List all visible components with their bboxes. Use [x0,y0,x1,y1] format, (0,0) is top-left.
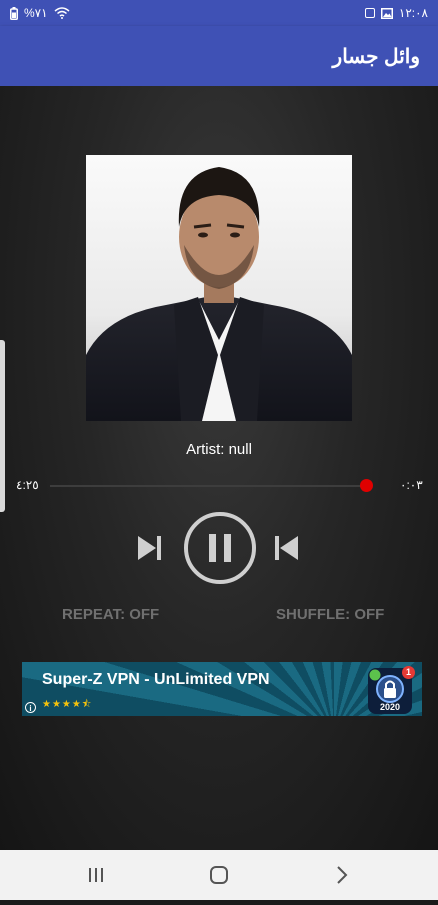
seek-bar[interactable] [50,485,370,487]
gallery-icon [380,7,393,19]
pause-icon [184,512,256,584]
home-button[interactable] [189,850,249,900]
ad-rating: ★★★★⯪ [42,699,93,710]
ad-app-icon: 1 2020 [368,666,415,714]
ad-notification-badge: 1 [402,666,415,679]
status-time: ١٢:٠٨ [398,6,428,20]
ad-info-icon[interactable]: i [25,702,36,713]
battery-icon [10,6,18,20]
ad-app-year: 2020 [379,702,401,712]
album-art-figure [86,167,352,421]
navigation-bar [0,850,438,900]
skip-next-icon [138,536,161,560]
repeat-toggle[interactable]: REPEAT: OFF [62,606,159,623]
app-title: وائل جسار [332,46,420,68]
battery-percent: %٧١ [24,6,48,20]
status-right: ١٢:٠٨ [364,6,428,20]
recent-apps-button[interactable] [66,850,126,900]
status-left: %٧١ [10,6,70,20]
elapsed-label: ٠:٠٣ [400,478,423,492]
play-pause-button[interactable] [183,511,257,590]
ad-title: Super-Z VPN - UnLimited VPN [42,671,270,688]
artist-label: Artist: null [186,441,252,458]
next-button[interactable] [132,531,166,570]
back-icon [337,866,348,884]
duration-label: ٤:٢٥ [16,478,39,492]
skip-previous-icon [275,536,298,560]
app-bar: وائل جسار [0,26,438,86]
previous-button[interactable] [270,531,304,570]
back-button[interactable] [312,850,372,900]
wifi-icon [54,7,70,19]
ad-banner[interactable]: Super-Z VPN - UnLimited VPN ★★★★⯪ i 1 20… [22,662,422,716]
notification-icon [364,8,375,18]
home-icon [210,866,228,884]
shuffle-toggle[interactable]: SHUFFLE: OFF [276,606,384,623]
album-art [86,155,352,421]
edge-panel-handle[interactable] [0,340,5,512]
recent-apps-icon [89,868,103,882]
status-bar: %٧١ ١٢:٠٨ [0,0,438,26]
seek-thumb[interactable] [360,479,373,492]
